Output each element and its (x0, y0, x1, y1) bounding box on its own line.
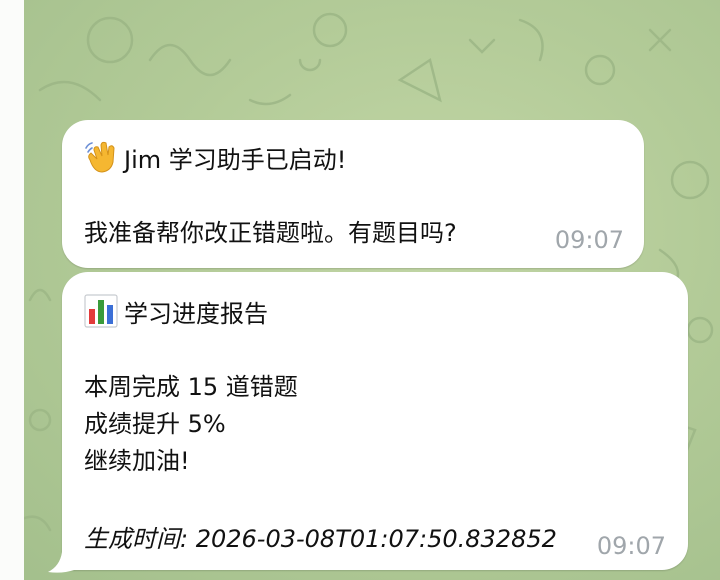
message-timestamp: 09:07 (596, 532, 666, 560)
waving-hand-icon (85, 141, 115, 173)
message-title: 学习进度报告 (84, 294, 268, 331)
message-line: 继续加油! (84, 447, 190, 475)
generated-time: 生成时间: 2026-03-08T01:07:50.832852 (84, 525, 557, 553)
message-bubble[interactable]: Jim 学习助手已启动! 我准备帮你改正错题啦。有题目吗? 09:07 (62, 120, 644, 268)
bubble-tail (48, 552, 74, 573)
message-title: Jim 学习助手已启动! (84, 140, 346, 177)
message-body: 我准备帮你改正错题啦。有题目吗? (84, 219, 457, 247)
bar-chart-icon (84, 294, 118, 328)
left-panel-edge (0, 0, 24, 580)
message-bubble[interactable]: 学习进度报告 本周完成 15 道错题 成绩提升 5% 继续加油! 生成时间: 2… (62, 272, 688, 570)
message-timestamp: 09:07 (554, 226, 624, 254)
message-line: 本周完成 15 道错题 (84, 373, 298, 401)
message-line: 成绩提升 5% (84, 410, 226, 438)
